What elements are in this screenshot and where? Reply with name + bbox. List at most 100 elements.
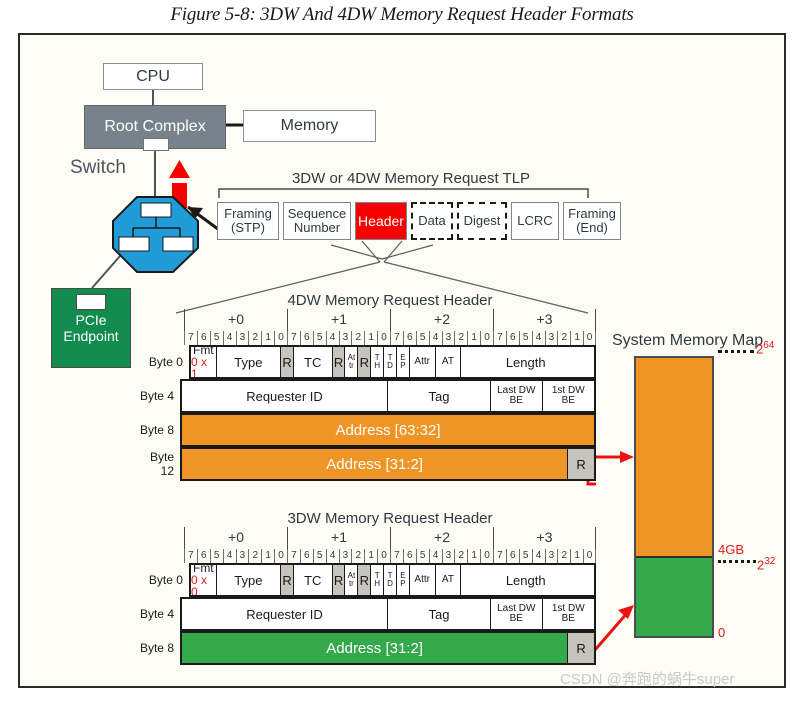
hdr3dw-dword-label: +2	[390, 527, 493, 549]
tlp-cell-framing: Framing (STP)	[217, 202, 279, 240]
hdr4dw-bit-label: 5	[209, 331, 223, 345]
hdr3dw-field-1st-dw: 1st DW BE	[542, 599, 594, 629]
hdr3dw-field-label: Tag	[428, 606, 450, 622]
hdr3dw-field-label: Type	[234, 572, 263, 588]
hdr4dw-field-label: Address [31:2]	[326, 455, 423, 473]
hdr3dw-field-attr: Attr	[409, 565, 436, 595]
hdr3dw-field-length: Length	[461, 565, 591, 595]
hdr4dw-bit-label: 2	[454, 331, 467, 345]
tlp-cell-line1: Framing	[224, 206, 272, 222]
hdr3dw-field-last-dw: Last DW BE	[491, 599, 543, 629]
memory-map-top-exponent: 64	[763, 340, 775, 351]
hdr3dw-field-sublabel: D	[387, 579, 393, 588]
hdr4dw-bit-label: 3	[235, 331, 249, 345]
hdr3dw-field-label: R	[282, 572, 292, 588]
hdr4dw-field-attr: Attr	[409, 347, 436, 377]
hdr4dw-bit-label-row: 76543210765432107654321076543210	[184, 331, 596, 345]
hdr3dw-field-tc: TC	[293, 565, 333, 595]
hdr3dw-bit-label: 4	[531, 549, 545, 563]
hdr3dw-bit-label: 0	[480, 549, 493, 563]
hdr4dw-field-label: Address [63:32]	[335, 421, 441, 439]
hdr3dw-field-label: Address [31:2]	[326, 639, 423, 657]
hdr3dw-bit-label: 3	[338, 549, 352, 563]
hdr3dw-field-sublabel: H	[374, 579, 381, 588]
hdr4dw-field-address-63-32-: Address [63:32]	[182, 415, 594, 445]
hdr3dw-field-r: R	[332, 565, 346, 595]
hdr4dw-field-sublabel: P	[400, 361, 406, 370]
hdr4dw-dword-label: +0	[184, 309, 287, 331]
memory-map-mid-tick	[718, 560, 756, 563]
hdr4dw-bit-label: 6	[505, 331, 519, 345]
hdr3dw-bit-label: 1	[467, 549, 480, 563]
hdr4dw-field-t: TD	[384, 347, 397, 377]
hdr3dw-bit-label: 7	[390, 549, 403, 563]
hdr3dw-bit-label: 0	[377, 549, 390, 563]
header-4dw-block: 4DW Memory Request Header +0 +1 +2 +3 7 6 5 4 3 2…	[136, 292, 596, 481]
hdr3dw-field-label: AT	[441, 574, 454, 585]
hdr4dw-field-label: R	[282, 354, 292, 370]
hdr3dw-bit-label: 2	[248, 549, 261, 563]
hdr3dw-bit-label: 5	[518, 549, 532, 563]
hdr4dw-bit-label: 0	[377, 331, 390, 345]
hdr3dw-bit-label: 3	[441, 549, 455, 563]
hdr3dw-field-sublabel: BE	[509, 613, 523, 624]
switch-label: Switch	[70, 157, 126, 178]
hdr4dw-bit-label: 1	[467, 331, 480, 345]
root-complex-port-icon	[143, 138, 169, 151]
hdr4dw-bit-label: 3	[441, 331, 455, 345]
hdr3dw-row: Byte 4 Requester ID Tag Last DW BE 1st DW BE	[136, 597, 596, 631]
figure-root: Figure 5-8: 3DW And 4DW Memory Request H…	[0, 0, 804, 705]
hdr4dw-field-sublabel: tr	[348, 361, 354, 370]
hdr3dw-byte-label: Byte 0	[148, 573, 183, 587]
hdr3dw-field-at: At tr	[345, 565, 359, 595]
hdr4dw-bit-label: 1	[261, 331, 274, 345]
hdr4dw-bit-label: 0	[480, 331, 493, 345]
hdr3dw-field-r: R	[568, 633, 594, 663]
hdr3dw-field-type: Type	[216, 565, 282, 595]
hdr3dw-bit-label: 0	[583, 549, 596, 563]
memory-box: Memory	[243, 110, 376, 142]
memory-map-bar	[634, 356, 714, 638]
figure-title: Figure 5-8: 3DW And 4DW Memory Request H…	[170, 4, 634, 25]
hdr4dw-bit-label: 3	[544, 331, 558, 345]
cpu-label: CPU	[136, 67, 170, 85]
memory-label: Memory	[280, 117, 339, 134]
hdr4dw-field-address-31-2-: Address [31:2]	[182, 449, 569, 479]
tlp-cell-line2: (STP)	[231, 220, 265, 235]
hdr4dw-dword-label: +3	[493, 309, 596, 331]
hdr4dw-field-1st-dw: 1st DW BE	[542, 381, 594, 411]
hdr3dw-bit-label: 1	[364, 549, 377, 563]
hdr3dw-dword-label-row: +0 +1 +2 +3	[184, 527, 596, 549]
hdr3dw-bit-label: 5	[312, 549, 326, 563]
hdr3dw-bit-label: 1	[570, 549, 583, 563]
hdr3dw-field-label: R	[359, 572, 369, 588]
hdr3dw-bit-label: 7	[287, 549, 300, 563]
memory-map-title: System Memory Map	[612, 332, 764, 349]
hdr3dw-field-requester-id: Requester ID	[182, 599, 388, 629]
hdr3dw-field-t: TH	[371, 565, 385, 595]
hdr4dw-bit-label: 4	[531, 331, 545, 345]
tlp-cell-line1: Digest	[463, 213, 501, 229]
memory-map-mid-label: 232	[757, 556, 775, 572]
hdr4dw-field-tc: TC	[293, 347, 333, 377]
hdr4dw-bit-label: 4	[428, 331, 442, 345]
hdr3dw-field-e: EP	[396, 565, 410, 595]
hdr4dw-dword-label: +2	[390, 309, 493, 331]
hdr4dw-row-table: Address [31:2] R	[180, 447, 596, 481]
hdr4dw-bit-label: 4	[325, 331, 339, 345]
hdr4dw-bit-label: 7	[493, 331, 506, 345]
hdr3dw-field-r: R	[358, 565, 372, 595]
header-3dw-block: 3DW Memory Request Header +0 +1 +2 +3 7 6 5 4 3 2…	[136, 510, 596, 665]
hdr3dw-field-label: Attr	[414, 574, 430, 585]
hdr4dw-bit-label: 6	[402, 331, 416, 345]
hdr3dw-row-table: Fmt 0 x 0 Type R TC R At tr R T H T D E P Attr AT Length	[188, 563, 596, 597]
hdr3dw-field-label: R	[333, 572, 344, 588]
hdr3dw-field-label: Length	[505, 572, 546, 588]
hdr4dw-bit-label: 5	[312, 331, 326, 345]
hdr4dw-field-r: R	[358, 347, 372, 377]
hdr4dw-field-r: R	[568, 449, 594, 479]
hdr4dw-field-type: Type	[216, 347, 282, 377]
hdr4dw-bit-label: 2	[351, 331, 364, 345]
hdr3dw-field-label: Requester ID	[246, 606, 323, 622]
header-4dw-table: +0 +1 +2 +3 7 6 5 4 3 2 1 0 7 6 5 4 3 2 1 0 7 6 5 4 3 2 1 0 7 6 5 4 3 2 1 0…	[136, 309, 596, 481]
